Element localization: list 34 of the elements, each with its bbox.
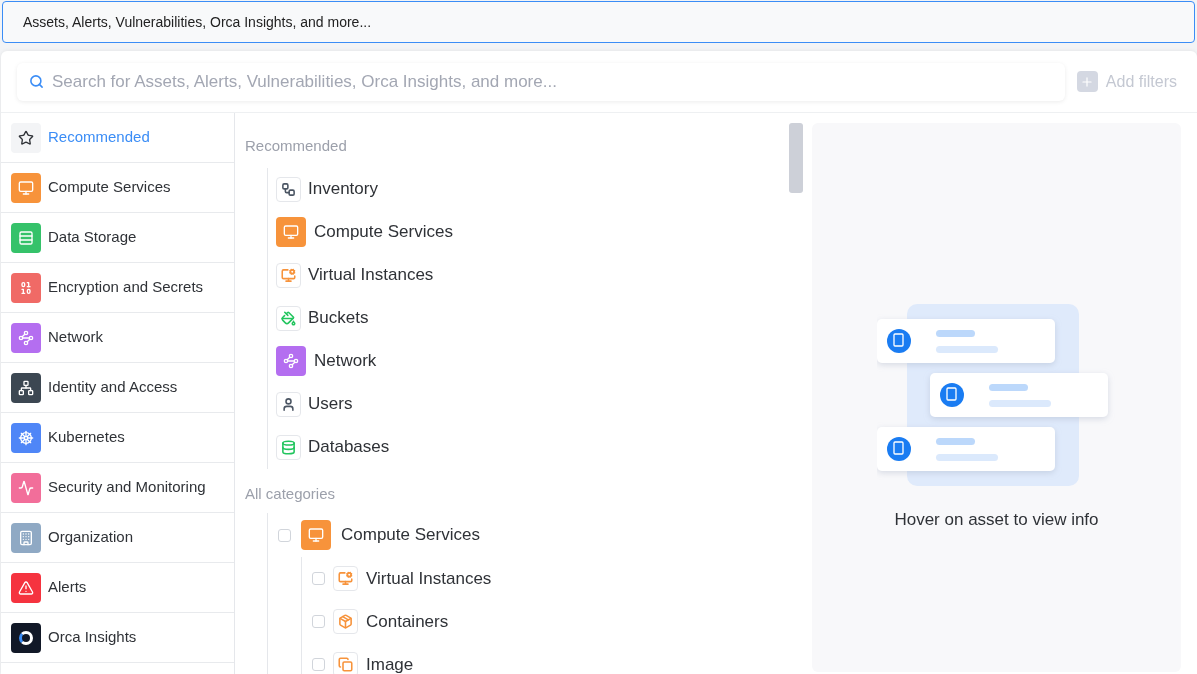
sidebar-item[interactable]: Alerts <box>1 563 234 613</box>
search-input[interactable]: Search for Assets, Alerts, Vulnerabilities, Orca Insights, and more... <box>52 68 1053 95</box>
scrollbar-thumb[interactable] <box>789 123 803 193</box>
checkbox[interactable] <box>312 572 325 585</box>
checkbox[interactable] <box>312 658 325 671</box>
sidebar-item[interactable]: Data Storage <box>1 213 234 263</box>
category-row[interactable]: Compute Services <box>278 513 812 557</box>
query-field[interactable]: Assets, Alerts, Vulnerabilities, Orca Insights, and more... <box>2 1 1195 43</box>
search-field[interactable]: Search for Assets, Alerts, Vulnerabilities, Orca Insights, and more... <box>17 62 1065 101</box>
checkbox[interactable] <box>312 615 325 628</box>
sidebar-item[interactable]: Kubernetes <box>1 413 234 463</box>
checkbox[interactable] <box>278 528 291 542</box>
asset-link[interactable]: Inventory <box>276 167 812 211</box>
sidebar-item[interactable]: Security and Monitoring <box>1 463 234 513</box>
asset-link[interactable]: Network <box>276 339 812 383</box>
asset-link[interactable]: Buckets <box>276 296 812 340</box>
sidebar-item[interactable]: Identity and Access <box>1 363 234 413</box>
sidebar-item[interactable]: Encryption and Secrets <box>1 263 234 313</box>
sidebar-item[interactable]: Orca Insights <box>1 613 234 663</box>
sidebar-item[interactable]: Compute Services <box>1 163 234 213</box>
subcategory-row[interactable]: Image <box>312 643 812 674</box>
subcategory-row[interactable]: Virtual Instances <box>312 557 812 600</box>
sidebar-item[interactable]: Organization <box>1 513 234 563</box>
search-icon <box>29 74 44 89</box>
asset-link[interactable]: Virtual Instances <box>276 253 812 297</box>
preview-message: Hover on asset to view info <box>894 509 1099 531</box>
section-heading: Recommended <box>245 136 348 156</box>
sidebar-item[interactable]: Network <box>1 313 234 363</box>
plus-icon <box>1076 71 1098 92</box>
asset-link[interactable]: Compute Services <box>276 210 812 254</box>
subcategory-row[interactable]: Containers <box>312 600 812 643</box>
asset-link[interactable]: Databases <box>276 425 812 469</box>
section-heading: All categories <box>245 483 337 504</box>
asset-link[interactable]: Users <box>276 382 812 426</box>
